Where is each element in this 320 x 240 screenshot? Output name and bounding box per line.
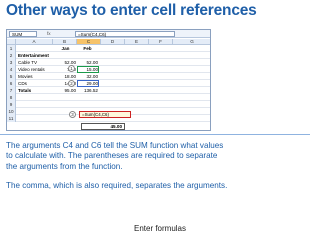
- table-row: 9: [7, 101, 210, 108]
- callout-number: 1: [68, 65, 75, 72]
- formula-text: =Sum(C4,C6): [75, 31, 175, 37]
- cell-c6-highlighted: 29.00: [77, 80, 99, 87]
- side-note: Here’s a little more information about h…: [214, 38, 308, 68]
- explanation-paragraph: The comma, which is also required, separ…: [6, 180, 228, 190]
- cell-c: 52.00: [86, 60, 99, 65]
- divider-line: [0, 134, 310, 135]
- cell-a: Entertainment: [18, 53, 49, 58]
- spreadsheet-screenshot: SUM fx =Sum(C4,C6) A B C D E F G 1 Jan F…: [6, 29, 211, 131]
- table-row: 7 Totals 95.00 136.52: [7, 87, 210, 94]
- cell-a: Cable TV: [18, 60, 38, 65]
- cell-c4-highlighted: 15.00: [77, 66, 99, 73]
- name-box: SUM: [9, 31, 37, 37]
- cell-a: [18, 45, 52, 52]
- cell-a: Movies: [18, 74, 33, 79]
- row-number: 1: [7, 45, 16, 52]
- table-row: 2 Entertainment: [7, 52, 210, 59]
- row-number: 8: [7, 94, 16, 101]
- cell-b: Jan: [61, 46, 70, 51]
- row-number: 10: [7, 108, 16, 115]
- cell-b: 95.00: [64, 88, 77, 93]
- cell-a: Video rentals: [18, 67, 45, 72]
- row-number: 5: [7, 73, 16, 80]
- callout-number: 2: [68, 80, 75, 87]
- cell-c: 32.00: [86, 74, 99, 79]
- table-row: 3 Cable TV 52.00 52.00: [7, 59, 210, 66]
- formula-bar: SUM fx =Sum(C4,C6): [7, 30, 210, 38]
- table-row: 1 Jan Feb: [7, 45, 210, 52]
- cell-a: Totals: [18, 88, 32, 93]
- cell-b: 18.00: [64, 74, 77, 79]
- slide-title: Other ways to enter cell references: [6, 2, 257, 19]
- table-row: 6 CDs 14.00 29.00: [7, 80, 210, 87]
- cell-c: [77, 52, 99, 59]
- callout-number: 3: [69, 111, 76, 118]
- row-number: 4: [7, 66, 16, 73]
- table-row: 5 Movies 18.00 32.00: [7, 73, 210, 80]
- row-number: 7: [7, 87, 16, 94]
- cell-b: [55, 52, 77, 59]
- explanation-paragraph: The arguments C4 and C6 tell the SUM fun…: [6, 141, 224, 171]
- table-row: 4 Video rentals 7.00 15.00: [7, 66, 210, 73]
- row-number: 2: [7, 52, 16, 59]
- cell-c: 136.52: [83, 88, 98, 93]
- cell-a: CDs: [18, 81, 27, 86]
- cell-c: Feb: [83, 46, 92, 51]
- row-number: 11: [7, 115, 16, 122]
- row-number: 3: [7, 59, 16, 66]
- fx-icon: fx: [47, 31, 51, 36]
- row-number: 9: [7, 101, 16, 108]
- result-cell: 45.00: [81, 123, 125, 130]
- table-row: 8: [7, 94, 210, 101]
- slide-footer: Enter formulas: [133, 224, 187, 233]
- formula-tooltip: =Sum(C4,C6): [79, 111, 131, 118]
- row-number: 6: [7, 80, 16, 87]
- explanation-text: The arguments C4 and C6 tell the SUM fun…: [6, 141, 230, 191]
